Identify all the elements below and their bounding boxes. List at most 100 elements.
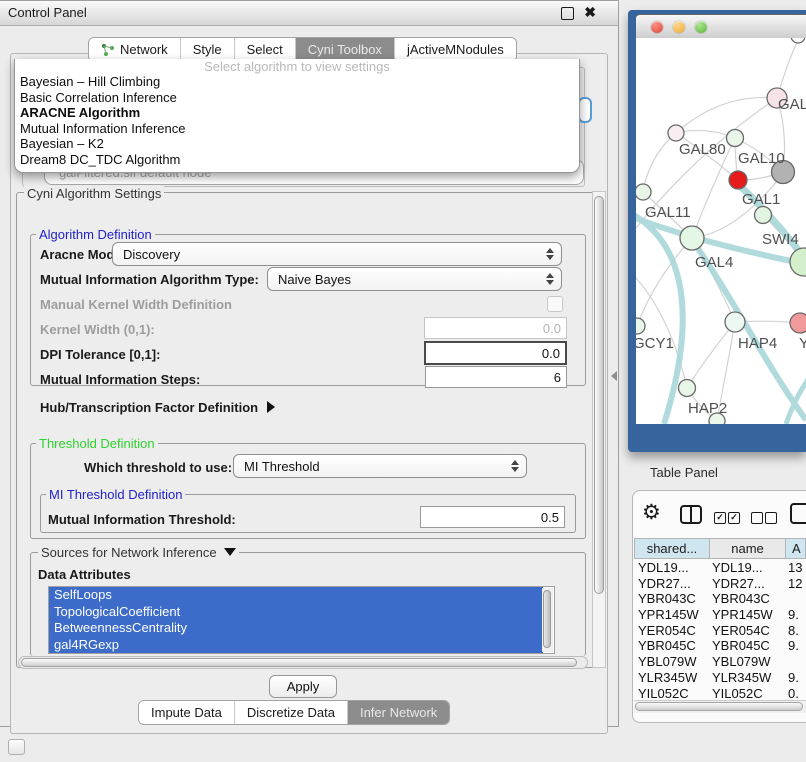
table-row[interactable]: YBL079WYBL079W	[634, 654, 806, 670]
table-row[interactable]: YIL052CYIL052C0.	[634, 686, 806, 700]
tab-impute-data[interactable]: Impute Data	[139, 701, 234, 724]
checked-box-icon[interactable]: ✓	[728, 512, 740, 524]
network-tab-icon	[101, 43, 115, 57]
node-partial-top[interactable]	[791, 38, 805, 43]
node-red-gal1[interactable]	[729, 171, 747, 189]
bottom-tabbar: Impute Data Discretize Data Infer Networ…	[138, 700, 450, 725]
vertical-scrollbar-thumb[interactable]	[594, 196, 604, 594]
menu-item-bayesian-k2[interactable]: Bayesian – K2	[15, 136, 579, 152]
mi-algorithm-type-label: Mutual Information Algorithm Type:	[40, 272, 259, 287]
network-window-titlebar[interactable]	[636, 14, 806, 39]
table-row[interactable]: YBR043CYBR043C	[634, 591, 806, 607]
node-label-y: Y	[799, 335, 806, 352]
list-item-betweennesscentrality[interactable]: BetweennessCentrality	[49, 620, 543, 637]
table-row[interactable]: YBR045CYBR045C9.	[634, 638, 806, 654]
table-row[interactable]: YDL19...YDL19...13	[634, 560, 806, 576]
checked-box-icon[interactable]: ✓	[714, 512, 726, 524]
table-row[interactable]: YDR27...YDR27...12	[634, 576, 806, 592]
settings-horizontal-scrollbar[interactable]	[18, 656, 588, 669]
tab-infer-network[interactable]: Infer Network	[347, 701, 449, 724]
mi-steps-label: Mutual Information Steps:	[40, 372, 200, 387]
close-icon[interactable]: ✖	[584, 4, 596, 21]
unchecked-box-icon[interactable]	[751, 512, 763, 524]
tab-discretize-data[interactable]: Discretize Data	[234, 701, 347, 724]
column-header-shared-name[interactable]: shared...	[634, 538, 710, 559]
traffic-zoom-icon[interactable]	[695, 21, 707, 33]
node-gcy1[interactable]	[636, 318, 645, 334]
node-gal10[interactable]	[727, 130, 744, 147]
list-vertical-scrollbar[interactable]	[542, 588, 553, 652]
node-gal11[interactable]	[636, 184, 651, 200]
column-header-partial[interactable]: A	[785, 538, 806, 559]
mi-algorithm-type-combo[interactable]: Naive Bayes	[267, 267, 562, 291]
table-row[interactable]: YER054CYER054C8.	[634, 623, 806, 639]
tab-cyni-toolbox[interactable]: Cyni Toolbox	[295, 38, 394, 61]
settings-vertical-scrollbar[interactable]	[592, 191, 606, 668]
algorithm-dropdown-placeholder: Select algorithm to view settings	[15, 60, 579, 74]
node-label-gal: GAL	[778, 96, 806, 113]
mi-steps-field[interactable]	[425, 366, 567, 388]
panel-divider-collapse-icon[interactable]	[611, 371, 617, 381]
sources-title: Sources for Network Inference	[41, 545, 217, 560]
traffic-close-icon[interactable]	[651, 21, 663, 33]
algorithm-dropdown-popup: Select algorithm to view settings Bayesi…	[14, 59, 580, 173]
tab-network[interactable]: Network	[89, 38, 180, 61]
data-attributes-list[interactable]: SelfLoops TopologicalCoefficient Between…	[48, 586, 555, 654]
column-header-name[interactable]: name	[709, 538, 786, 559]
mi-algorithm-type-value: Naive Bayes	[278, 272, 351, 287]
menu-item-mutual-information[interactable]: Mutual Information Inference	[15, 121, 579, 137]
sources-collapser[interactable]: Sources for Network Inference	[38, 545, 239, 560]
node-green-small[interactable]	[755, 207, 772, 224]
menu-item-basic-correlation[interactable]: Basic Correlation Inference	[15, 90, 579, 106]
tab-jactivemnodules[interactable]: jActiveMNodules	[394, 38, 516, 61]
which-threshold-combo[interactable]: MI Threshold	[233, 454, 527, 478]
table-panel-title: Table Panel	[650, 465, 718, 480]
node-hap4[interactable]	[725, 312, 745, 332]
combo-spinner-icon	[546, 273, 553, 285]
split-pane-icon[interactable]	[680, 505, 702, 524]
table-rows: YDL19...YDL19...13 YDR27...YDR27...12 YB…	[634, 560, 806, 699]
menu-item-dream8[interactable]: Dream8 DC_TDC Algorithm	[15, 152, 579, 168]
hub-definition-expander[interactable]: Hub/Transcription Factor Definition	[40, 400, 275, 415]
tab-network-label: Network	[120, 42, 168, 57]
hub-definition-label: Hub/Transcription Factor Definition	[40, 400, 258, 415]
menu-item-bayesian-hill-climbing[interactable]: Bayesian – Hill Climbing	[15, 74, 579, 90]
node-salmon[interactable]	[790, 313, 806, 333]
node-hap2[interactable]	[679, 380, 696, 397]
table-row[interactable]: YPR145WYPR145W9.	[634, 607, 806, 623]
dpi-tolerance-field[interactable]	[424, 341, 567, 365]
tab-select[interactable]: Select	[234, 38, 295, 61]
mi-threshold-field[interactable]	[420, 506, 565, 528]
node-gal4[interactable]	[680, 226, 704, 250]
node-gal80[interactable]	[668, 125, 684, 141]
list-item-selfloops[interactable]: SelfLoops	[49, 587, 543, 604]
list-item-gal4rgexp[interactable]: gal4RGexp	[49, 637, 543, 654]
node-label-swi4: SWI4	[762, 231, 799, 248]
node-swi4[interactable]	[790, 248, 806, 276]
aracne-mode-combo[interactable]: Discovery	[112, 242, 562, 266]
node-label-gal11: GAL11	[645, 204, 691, 221]
mi-threshold-label: Mutual Information Threshold:	[48, 512, 236, 527]
dpi-tolerance-label: DPI Tolerance [0,1]:	[40, 347, 160, 362]
list-scrollbar-thumb[interactable]	[543, 590, 551, 648]
list-item-topologicalcoefficient[interactable]: TopologicalCoefficient	[49, 604, 543, 621]
table-scrollbar-thumb[interactable]	[635, 702, 803, 711]
dock-mini-button[interactable]	[8, 739, 25, 755]
float-window-icon[interactable]	[561, 7, 574, 20]
node-label-hap2: HAP2	[688, 400, 727, 417]
gear-icon[interactable]: ⚙	[642, 500, 661, 525]
table-file-icon[interactable]	[790, 503, 806, 524]
tab-style[interactable]: Style	[180, 38, 234, 61]
apply-button[interactable]: Apply	[269, 675, 337, 698]
network-canvas[interactable]: GAL GAL80 GAL10 GAL1 GAL11 GAL4 SWI4 GCY…	[636, 38, 806, 424]
horizontal-scrollbar-thumb[interactable]	[21, 658, 577, 667]
table-horizontal-scrollbar[interactable]	[634, 700, 806, 713]
table-row[interactable]: YLR345WYLR345W9.	[634, 670, 806, 686]
traffic-minimize-icon[interactable]	[673, 21, 685, 33]
control-panel-titlebar[interactable]: Control Panel ✖	[0, 1, 618, 26]
kernel-width-field	[424, 317, 567, 339]
combo-spinner-icon	[546, 248, 553, 260]
unchecked-box-icon[interactable]	[765, 512, 777, 524]
focused-combo-fragment	[578, 97, 592, 123]
menu-item-aracne[interactable]: ARACNE Algorithm	[15, 105, 579, 121]
